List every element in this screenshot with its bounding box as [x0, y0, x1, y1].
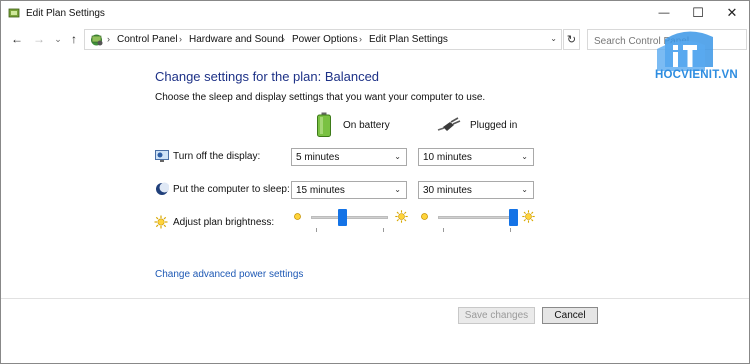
slider-tick: [510, 228, 511, 232]
forward-arrow-icon: →: [33, 32, 45, 46]
slider-tick: [443, 228, 444, 232]
brightness-plugged-slider[interactable]: [418, 209, 536, 233]
breadcrumb-power-options[interactable]: Power Options: [292, 34, 358, 45]
breadcrumb-control-panel[interactable]: Control Panel: [117, 34, 178, 45]
breadcrumb-edit-plan-settings[interactable]: Edit Plan Settings: [369, 34, 448, 45]
breadcrumb-separator: ›: [179, 34, 182, 44]
display-icon: [155, 150, 169, 162]
sun-small-icon: [421, 213, 428, 220]
brightness-plugged-track[interactable]: [438, 216, 515, 219]
save-changes-button[interactable]: Save changes: [458, 307, 535, 324]
brightness-icon: [154, 215, 168, 229]
chevron-down-icon: ⌄: [54, 33, 62, 44]
chevron-down-icon: ⌄: [521, 185, 528, 194]
page-description: Choose the sleep and display settings th…: [155, 92, 486, 103]
refresh-button[interactable]: ↻: [563, 29, 580, 50]
brightness-plugged-thumb[interactable]: [509, 209, 518, 226]
app-power-icon: [8, 8, 20, 18]
display-plugged-dropdown[interactable]: 10 minutes ⌄: [418, 148, 534, 166]
display-battery-value: 5 minutes: [296, 152, 340, 163]
brightness-battery-track[interactable]: [311, 216, 388, 219]
breadcrumb-separator: ›: [282, 34, 285, 44]
plugged-in-header: Plugged in: [470, 120, 518, 131]
turn-off-display-label: Turn off the display:: [173, 151, 261, 162]
sleep-plugged-dropdown[interactable]: 30 minutes ⌄: [418, 181, 534, 199]
battery-icon: [317, 112, 331, 137]
edit-plan-settings-window: Edit Plan Settings — ☐ ✕ ← → ⌄ ↑ › Contr…: [0, 0, 750, 364]
minimize-icon: —: [658, 7, 670, 19]
sleep-plugged-value: 30 minutes: [423, 185, 472, 196]
breadcrumb-separator: ›: [107, 34, 110, 44]
advanced-power-settings-link[interactable]: Change advanced power settings: [155, 269, 303, 280]
chevron-down-icon: ⌄: [394, 185, 401, 194]
chevron-down-icon: ⌄: [394, 152, 401, 161]
breadcrumb-hardware-and-sound[interactable]: Hardware and Sound: [189, 34, 284, 45]
address-dropdown-icon[interactable]: ⌄: [550, 34, 557, 43]
forward-button[interactable]: →: [32, 32, 46, 46]
minimize-button[interactable]: —: [647, 1, 681, 25]
slider-tick: [316, 228, 317, 232]
moon-icon: [156, 182, 169, 195]
breadcrumb-separator: ›: [359, 34, 362, 44]
sleep-battery-dropdown[interactable]: 15 minutes ⌄: [291, 181, 407, 199]
maximize-icon: ☐: [692, 5, 704, 20]
address-bar[interactable]: › Control Panel › Hardware and Sound › P…: [84, 29, 562, 50]
display-plugged-value: 10 minutes: [423, 152, 472, 163]
sleep-label: Put the computer to sleep:: [173, 184, 290, 195]
display-battery-dropdown[interactable]: 5 minutes ⌄: [291, 148, 407, 166]
on-battery-header: On battery: [343, 120, 390, 131]
title-bar: Edit Plan Settings — ☐ ✕: [1, 1, 749, 27]
brightness-battery-thumb[interactable]: [338, 209, 348, 226]
cancel-button[interactable]: Cancel: [542, 307, 598, 324]
slider-tick: [383, 228, 384, 232]
maximize-button[interactable]: ☐: [681, 1, 715, 25]
recent-locations-button[interactable]: ⌄: [51, 32, 65, 46]
hocvienit-logo: [657, 31, 713, 71]
page-title: Change settings for the plan: Balanced: [155, 69, 380, 84]
hocvienit-logo-text: HOCVIENIT.VN: [655, 69, 738, 81]
brightness-battery-slider[interactable]: [291, 209, 409, 233]
brightness-label: Adjust plan brightness:: [173, 217, 275, 228]
window-title: Edit Plan Settings: [26, 8, 105, 19]
up-button[interactable]: ↑: [67, 32, 81, 46]
up-arrow-icon: ↑: [71, 32, 77, 46]
sun-large-icon: [395, 210, 408, 223]
back-arrow-icon: ←: [11, 32, 23, 46]
sun-small-icon: [294, 213, 301, 220]
close-icon: ✕: [726, 5, 738, 20]
close-button[interactable]: ✕: [715, 1, 749, 25]
refresh-icon: ↻: [566, 34, 577, 46]
plug-icon: [437, 117, 461, 131]
sleep-battery-value: 15 minutes: [296, 185, 345, 196]
navigation-bar: ← → ⌄ ↑ › Control Panel › Hardware and S…: [1, 28, 749, 52]
sun-large-icon: [522, 210, 535, 223]
back-button[interactable]: ←: [10, 32, 24, 46]
chevron-down-icon: ⌄: [521, 152, 528, 161]
control-panel-icon: [91, 34, 103, 46]
footer-divider: [1, 298, 749, 299]
